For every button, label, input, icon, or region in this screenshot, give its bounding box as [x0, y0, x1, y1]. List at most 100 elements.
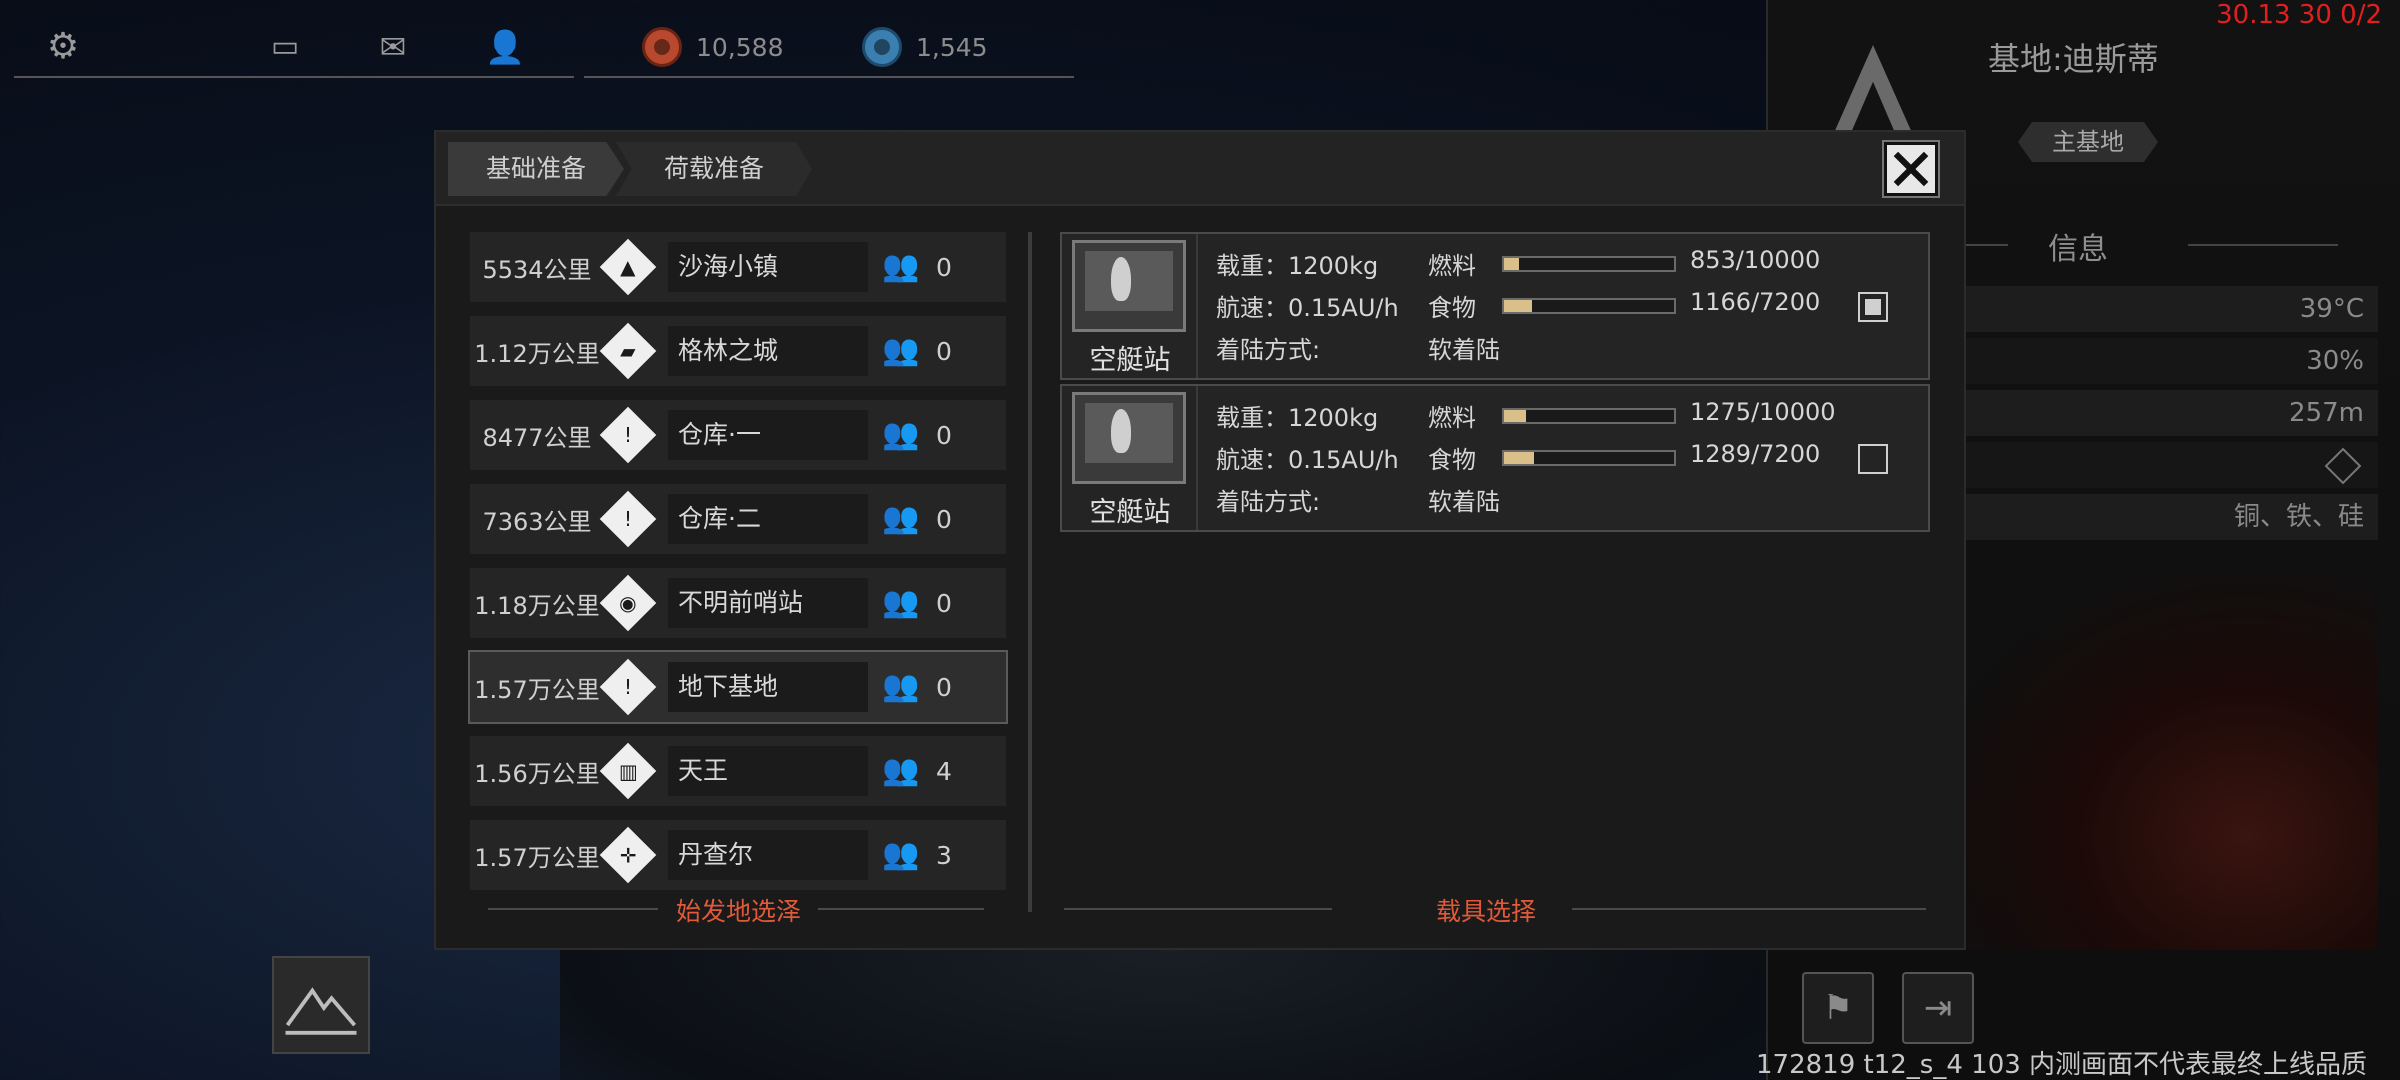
fuel-bar-fill — [1504, 410, 1526, 422]
energy-value: 1,545 — [916, 32, 988, 62]
divider — [1064, 908, 1332, 910]
population-icon: 👥 — [882, 585, 920, 620]
close-button[interactable] — [1882, 140, 1940, 198]
resource-energy: 1,545 — [862, 24, 988, 70]
tab-basic-prep[interactable]: 基础准备 — [448, 142, 624, 196]
divider — [584, 76, 1074, 78]
signpost-icon: ✛ — [599, 826, 657, 884]
debug-overlay: 30.13 30 0/2 — [2216, 0, 2382, 30]
vehicle-landing-label: 着陆方式: — [1216, 336, 1321, 364]
camp-icon: ▲ — [599, 238, 657, 296]
resource-credits: 10,588 — [642, 24, 783, 70]
departure-row[interactable]: 8477公里! 仓库·一 👥 0 — [470, 400, 1006, 470]
vehicle-card[interactable]: 空艇站 载重：1200kg 航速：0.15AU/h 着陆方式: 燃料 食物 软着陆 1275/… — [1060, 384, 1930, 532]
food-label: 食物 — [1428, 294, 1476, 322]
vehicle-name: 空艇站 — [1089, 497, 1171, 528]
population-icon: 👥 — [882, 333, 920, 368]
population-icon: 👥 — [882, 837, 920, 872]
info-altitude: 257m — [1898, 390, 2378, 436]
dialog-header: 基础准备 荷载准备 — [436, 132, 1964, 206]
population-icon: 👥 — [882, 753, 920, 788]
departure-distance: 1.57万公里 — [474, 675, 600, 704]
vehicle-load: 载重：1200kg — [1216, 252, 1379, 280]
fuel-bar-fill — [1504, 258, 1519, 270]
vehicle-speed: 航速：0.15AU/h — [1216, 446, 1399, 474]
exit-icon[interactable]: ⇥ — [1902, 972, 1974, 1044]
departure-count: 0 — [936, 252, 952, 282]
vehicle-card[interactable]: 空艇站 载重：1200kg 航速：0.15AU/h 着陆方式: 燃料 食物 软着陆 853/1… — [1060, 232, 1930, 380]
warning-icon: ! — [599, 406, 657, 464]
departure-row[interactable]: 5534公里 ▲ 沙海小镇 👥 0 — [470, 232, 1006, 302]
fuel-value: 853/10000 — [1690, 246, 1821, 274]
vehicle-checkbox[interactable] — [1858, 444, 1888, 474]
city-icon: ▰ — [599, 322, 657, 380]
airship-icon — [1072, 392, 1186, 484]
departure-count: 3 — [936, 840, 952, 870]
launch-prep-dialog: 基础准备 荷载准备 5534公里 ▲ 沙海小镇 👥 0 1.12万公里 ▰ 格林之城 👥 0 847… — [434, 130, 1966, 950]
credits-icon — [642, 27, 682, 67]
warning-icon: ! — [599, 658, 657, 716]
vehicle-landing-label: 着陆方式: — [1216, 488, 1321, 516]
map-button[interactable] — [272, 956, 370, 1054]
food-bar — [1502, 450, 1676, 466]
main-base-badge: 主基地 — [2018, 122, 2158, 162]
base-preview-image — [1938, 570, 2378, 950]
departure-row[interactable]: 1.12万公里 ▰ 格林之城 👥 0 — [470, 316, 1006, 386]
tab-payload-prep[interactable]: 荷载准备 — [616, 142, 812, 196]
departure-distance: 5534公里 — [482, 255, 592, 284]
departure-row[interactable]: 1.57万公里! 地下基地 👥 0 — [468, 650, 1008, 724]
eye-icon: ◉ — [599, 574, 657, 632]
info-terrain — [1898, 442, 2378, 488]
fuel-value: 1275/10000 — [1690, 398, 1836, 426]
info-resources: 铜、铁、硅 — [1898, 494, 2378, 540]
mail-icon[interactable]: ✉ — [370, 24, 416, 70]
fuel-bar — [1502, 408, 1676, 424]
vehicle-section-label: 载具选择 — [1436, 897, 1537, 926]
departure-count: 0 — [936, 588, 952, 618]
terrain-icon — [2324, 447, 2362, 484]
flag-icon[interactable]: ⚑ — [1802, 972, 1874, 1044]
gear-icon[interactable]: ⚙ — [40, 24, 86, 70]
base-title: 基地:迪斯蒂 — [1988, 40, 2159, 78]
food-bar-fill — [1504, 452, 1535, 464]
departure-distance: 1.57万公里 — [474, 843, 600, 872]
departure-row[interactable]: 1.18万公里 ◉ 不明前哨站 👥 0 — [470, 568, 1006, 638]
info-temperature: 39°C — [1898, 286, 2378, 332]
vehicle-checkbox[interactable] — [1858, 292, 1888, 322]
vehicle-speed: 航速：0.15AU/h — [1216, 294, 1399, 322]
food-bar — [1502, 298, 1676, 314]
vehicle-landing-value: 软着陆 — [1428, 336, 1500, 364]
departure-count: 0 — [936, 672, 952, 702]
food-bar-fill — [1504, 300, 1532, 312]
departure-name: 沙海小镇 — [668, 242, 868, 292]
credits-value: 10,588 — [696, 32, 784, 62]
departure-count: 4 — [936, 756, 952, 786]
departure-distance: 8477公里 — [482, 423, 592, 452]
mountain-icon — [285, 987, 357, 1035]
chat-icon[interactable]: ▭ — [262, 24, 308, 70]
population-icon: 👥 — [882, 501, 920, 536]
departure-name: 天王 — [668, 746, 868, 796]
food-value: 1166/7200 — [1690, 288, 1821, 316]
divider — [488, 908, 658, 910]
vehicle-thumb: 空艇站 — [1062, 386, 1198, 530]
divider — [818, 908, 984, 910]
departure-row[interactable]: 7363公里! 仓库·二 👥 0 — [470, 484, 1006, 554]
user-icon[interactable]: 👤 — [482, 24, 528, 70]
departure-list: 5534公里 ▲ 沙海小镇 👥 0 1.12万公里 ▰ 格林之城 👥 0 8477公里! 仓库·一 👥 0… — [468, 232, 1008, 904]
departure-distance: 7363公里 — [482, 507, 592, 536]
food-label: 食物 — [1428, 446, 1476, 474]
airship-icon — [1072, 240, 1186, 332]
info-humidity: 30% — [1898, 338, 2378, 384]
vehicle-load: 载重：1200kg — [1216, 404, 1379, 432]
base-logo-icon — [1833, 45, 1913, 135]
divider — [2188, 244, 2338, 246]
fuel-label: 燃料 — [1428, 404, 1476, 432]
departure-name: 仓库·二 — [668, 494, 868, 544]
population-icon: 👥 — [882, 669, 920, 704]
departure-name: 格林之城 — [668, 326, 868, 376]
departure-row[interactable]: 1.56万公里 ▥ 天王 👥 4 — [470, 736, 1006, 806]
departure-distance: 1.18万公里 — [474, 591, 600, 620]
departure-row[interactable]: 1.57万公里 ✛ 丹查尔 👥 3 — [470, 820, 1006, 890]
close-icon — [1893, 151, 1929, 187]
